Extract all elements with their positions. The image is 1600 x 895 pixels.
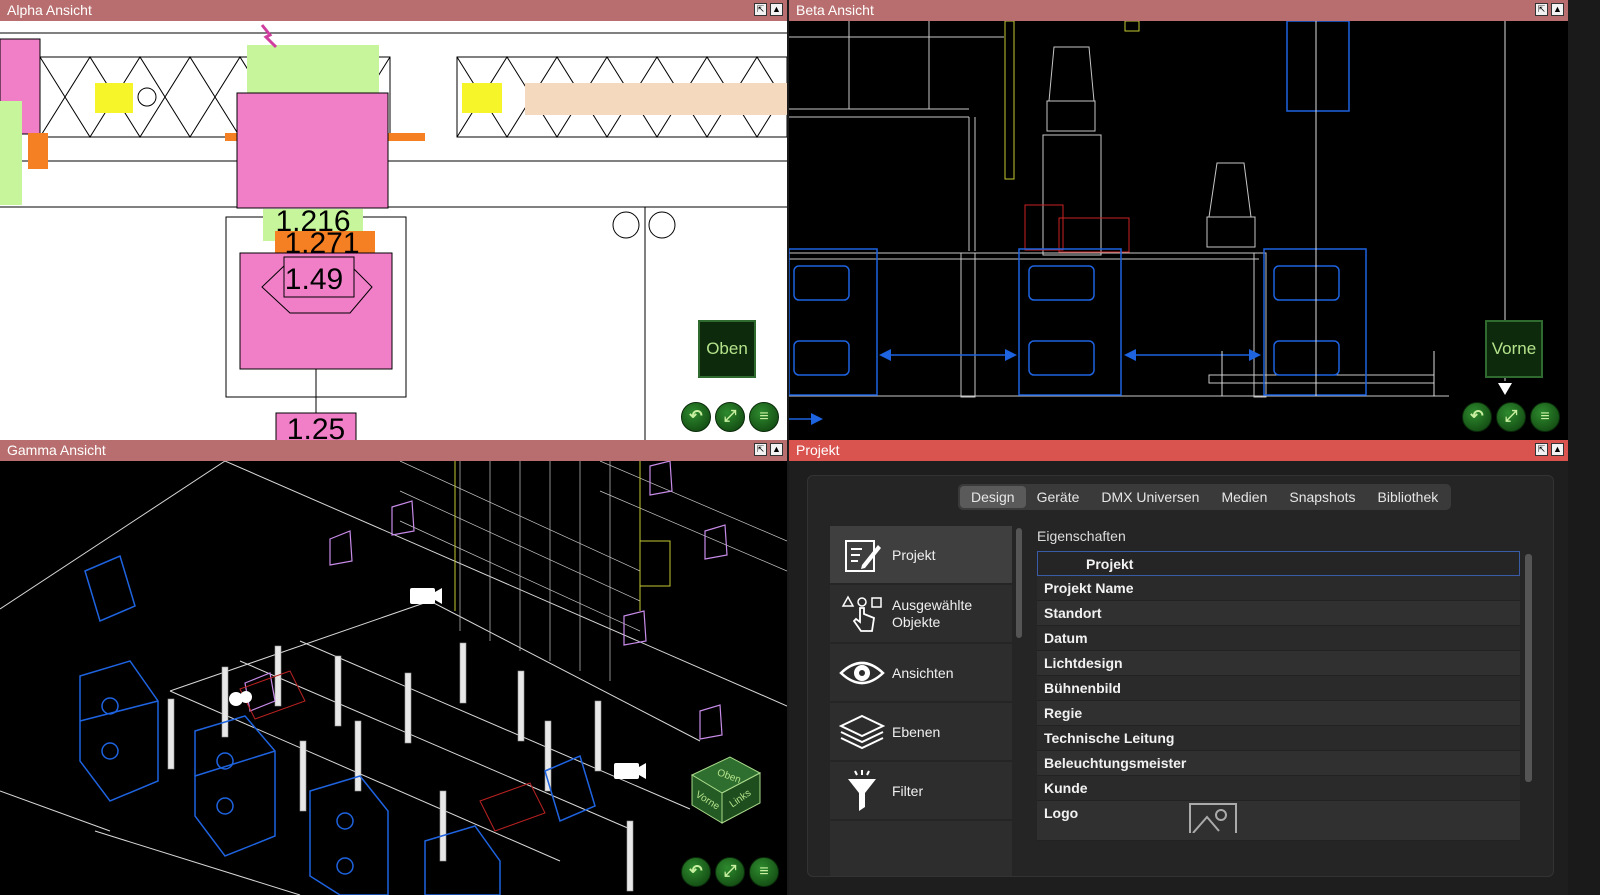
maximize-icon[interactable]: ▲ (770, 443, 783, 456)
eye-icon (838, 651, 886, 695)
projekt-title: Projekt (796, 442, 840, 458)
sidebar-item-ausgewaehlte-objekte[interactable]: Ausgewählte Objekte (830, 585, 1012, 642)
undo-icon[interactable]: ↶ (681, 857, 711, 887)
property-row[interactable]: Standort (1037, 601, 1520, 626)
tab-design[interactable]: Design (960, 486, 1026, 508)
projekt-body: Design Geräte DMX Universen Medien Snaps… (789, 461, 1568, 895)
alpha-label-4: 1.25 (287, 413, 345, 440)
zoom-fit-icon[interactable]: ⤢ (715, 857, 745, 887)
property-row[interactable]: Lichtdesign (1037, 651, 1520, 676)
tab-bar: Design Geräte DMX Universen Medien Snaps… (958, 484, 1452, 510)
sidebar-item-label: Ebenen (892, 723, 941, 740)
sidebar-item-label: Ansichten (892, 664, 954, 681)
alpha-title: Alpha Ansicht (7, 2, 92, 18)
sidebar-item-ebenen[interactable]: Ebenen (830, 703, 1012, 760)
undo-icon[interactable]: ↶ (1462, 402, 1492, 432)
alpha-label-3: 1.49 (285, 263, 343, 296)
projekt-pane: Projekt ⇱ ▲ Design Geräte DMX Universen … (789, 440, 1568, 895)
alpha-viewport[interactable]: 1.216 1.271 1.49 1.25 (0, 21, 787, 440)
sidebar-item-ansichten[interactable]: Ansichten (830, 644, 1012, 701)
gamma-titlebar[interactable]: Gamma Ansicht ⇱ ▲ (0, 440, 787, 461)
zoom-fit-icon[interactable]: ⤢ (715, 402, 745, 432)
maximize-icon[interactable]: ▲ (1551, 443, 1564, 456)
projekt-inner-panel: Design Geräte DMX Universen Medien Snaps… (807, 475, 1554, 877)
sidebar-item-label: Ausgewählte Objekte (892, 596, 973, 630)
gamma-view-pane: Gamma Ansicht ⇱ ▲ Oben Vorne Links ↶ ⤢ ≡ (0, 440, 787, 895)
pin-icon[interactable]: ⇱ (754, 3, 767, 16)
tab-dmx-universen[interactable]: DMX Universen (1090, 486, 1210, 508)
sidebar-item-projekt[interactable]: Projekt (830, 526, 1012, 583)
tab-geraete[interactable]: Geräte (1026, 486, 1091, 508)
design-sidebar: Projekt Ausgewählte Objekte Ansichten Eb… (830, 526, 1012, 876)
property-label: Logo (1044, 805, 1079, 821)
property-row[interactable]: Datum (1037, 626, 1520, 651)
sidebar-scrollbar[interactable] (1016, 528, 1022, 638)
tab-snapshots[interactable]: Snapshots (1278, 486, 1366, 508)
orientation-top-button[interactable]: Oben (698, 320, 756, 378)
alpha-view-pane: Alpha Ansicht ⇱ ▲ 1.216 1.271 1.49 1.25 … (0, 0, 787, 440)
undo-icon[interactable]: ↶ (681, 402, 711, 432)
projekt-titlebar[interactable]: Projekt ⇱ ▲ (789, 440, 1568, 461)
menu-icon[interactable]: ≡ (749, 857, 779, 887)
beta-title: Beta Ansicht (796, 2, 874, 18)
property-row[interactable]: Beleuchtungsmeister (1037, 751, 1520, 776)
gamma-viewport[interactable]: Oben Vorne Links (0, 461, 787, 895)
alpha-titlebar[interactable]: Alpha Ansicht ⇱ ▲ (0, 0, 787, 21)
pin-icon[interactable]: ⇱ (1535, 443, 1548, 456)
property-row[interactable]: Technische Leitung (1037, 726, 1520, 751)
tab-medien[interactable]: Medien (1210, 486, 1278, 508)
properties-table: Projekt Projekt Name Standort Datum Lich… (1037, 551, 1520, 876)
property-row-logo[interactable]: Logo (1037, 801, 1520, 841)
pin-icon[interactable]: ⇱ (1535, 3, 1548, 16)
orientation-front-button[interactable]: Vorne (1485, 320, 1543, 378)
sidebar-item-filter[interactable]: Filter (830, 762, 1012, 819)
beta-view-pane: Beta Ansicht ⇱ ▲ Vorne ↶ ⤢ ≡ (789, 0, 1568, 440)
layers-icon (838, 710, 886, 754)
properties-section-header: Projekt (1037, 551, 1520, 576)
select-pointer-icon (838, 592, 886, 636)
filter-funnel-icon (838, 769, 886, 813)
property-row[interactable]: Bühnenbild (1037, 676, 1520, 701)
project-edit-icon (838, 533, 886, 577)
menu-icon[interactable]: ≡ (749, 402, 779, 432)
pin-icon[interactable]: ⇱ (754, 443, 767, 456)
gamma-title: Gamma Ansicht (7, 442, 106, 458)
properties-scrollbar[interactable] (1525, 554, 1532, 782)
property-row[interactable]: Kunde (1037, 776, 1520, 801)
menu-icon[interactable]: ≡ (1530, 402, 1560, 432)
properties-title: Eigenschaften (1037, 528, 1126, 544)
sidebar-item-more[interactable] (830, 821, 1012, 876)
sidebar-item-label: Projekt (892, 546, 936, 563)
beta-viewport[interactable] (789, 21, 1568, 440)
property-row[interactable]: Regie (1037, 701, 1520, 726)
sidebar-item-label: Filter (892, 782, 924, 799)
image-placeholder-icon[interactable] (1189, 803, 1237, 833)
maximize-icon[interactable]: ▲ (770, 3, 783, 16)
tab-bibliothek[interactable]: Bibliothek (1367, 486, 1450, 508)
property-row[interactable]: Projekt Name (1037, 576, 1520, 601)
maximize-icon[interactable]: ▲ (1551, 3, 1564, 16)
zoom-fit-icon[interactable]: ⤢ (1496, 402, 1526, 432)
beta-titlebar[interactable]: Beta Ansicht ⇱ ▲ (789, 0, 1568, 21)
